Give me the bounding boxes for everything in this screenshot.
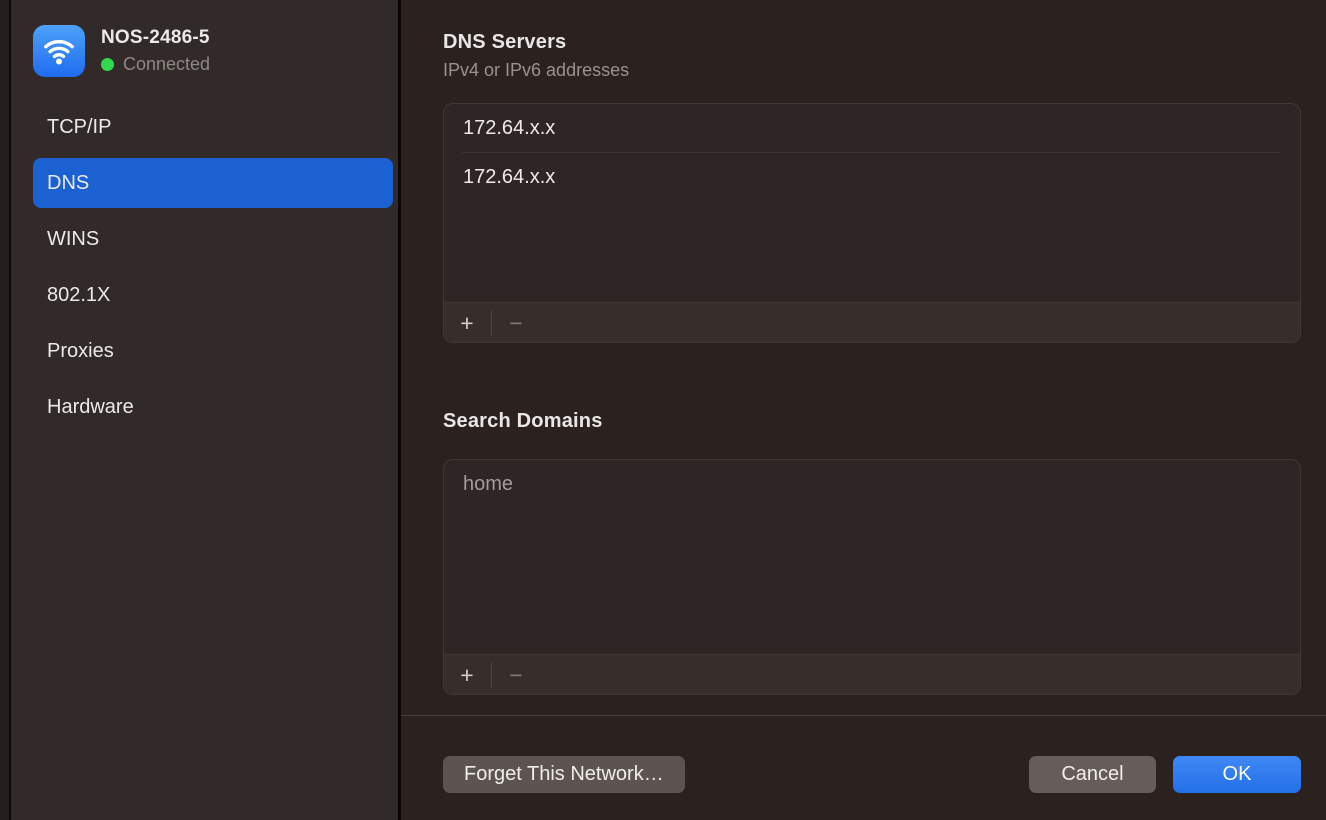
wifi-icon: [33, 25, 85, 77]
sidebar: NOS-2486-5 Connected TCP/IP DNS WINS 802…: [11, 0, 398, 820]
network-details-window: NOS-2486-5 Connected TCP/IP DNS WINS 802…: [0, 0, 1326, 820]
sidebar-item-8021x[interactable]: 802.1X: [33, 270, 393, 320]
footer-bar: Forget This Network… Cancel OK: [401, 716, 1326, 820]
minus-icon: −: [503, 309, 529, 337]
main-panel: DNS Servers IPv4 or IPv6 addresses 172.6…: [401, 0, 1326, 820]
toolbar-separator: [491, 310, 492, 336]
sidebar-item-dns[interactable]: DNS: [33, 158, 393, 208]
dns-servers-title: DNS Servers: [443, 30, 1301, 54]
search-domain-row-1[interactable]: home: [462, 460, 1280, 509]
dns-servers-list-toolbar: + −: [444, 302, 1300, 342]
dns-settings-content: DNS Servers IPv4 or IPv6 addresses 172.6…: [401, 0, 1326, 695]
search-domains-list-toolbar: + −: [444, 654, 1300, 694]
ok-button[interactable]: OK: [1173, 756, 1301, 793]
dns-servers-rows: 172.64.x.x 172.64.x.x: [444, 104, 1300, 302]
add-search-domain-button[interactable]: +: [454, 660, 480, 690]
network-meta: NOS-2486-5 Connected: [101, 27, 210, 75]
network-header: NOS-2486-5 Connected: [33, 25, 398, 77]
toolbar-separator: [491, 662, 492, 688]
add-dns-server-button[interactable]: +: [454, 308, 480, 338]
status-label: Connected: [123, 54, 210, 75]
search-domains-list: home + −: [443, 459, 1301, 695]
sidebar-item-tcpip[interactable]: TCP/IP: [33, 102, 393, 152]
dns-servers-subtitle: IPv4 or IPv6 addresses: [443, 59, 1301, 81]
dns-server-row-1[interactable]: 172.64.x.x: [462, 104, 1280, 153]
dns-servers-list: 172.64.x.x 172.64.x.x + −: [443, 103, 1301, 343]
network-name: NOS-2486-5: [101, 27, 210, 49]
minus-icon: −: [503, 661, 529, 689]
sidebar-item-hardware[interactable]: Hardware: [33, 382, 393, 432]
remove-dns-server-button[interactable]: −: [503, 308, 529, 338]
network-status: Connected: [101, 54, 210, 75]
dns-server-row-2[interactable]: 172.64.x.x: [462, 153, 1280, 202]
sidebar-nav: TCP/IP DNS WINS 802.1X Proxies Hardware: [33, 102, 398, 432]
search-domains-title: Search Domains: [443, 409, 1301, 433]
plus-icon: +: [454, 661, 480, 689]
plus-icon: +: [454, 309, 480, 337]
search-domains-rows: home: [444, 460, 1300, 654]
sidebar-item-proxies[interactable]: Proxies: [33, 326, 393, 376]
forget-network-button[interactable]: Forget This Network…: [443, 756, 685, 793]
window-left-edge: [0, 0, 11, 820]
remove-search-domain-button[interactable]: −: [503, 660, 529, 690]
cancel-button[interactable]: Cancel: [1029, 756, 1156, 793]
sidebar-item-wins[interactable]: WINS: [33, 214, 393, 264]
status-dot-icon: [101, 58, 114, 71]
